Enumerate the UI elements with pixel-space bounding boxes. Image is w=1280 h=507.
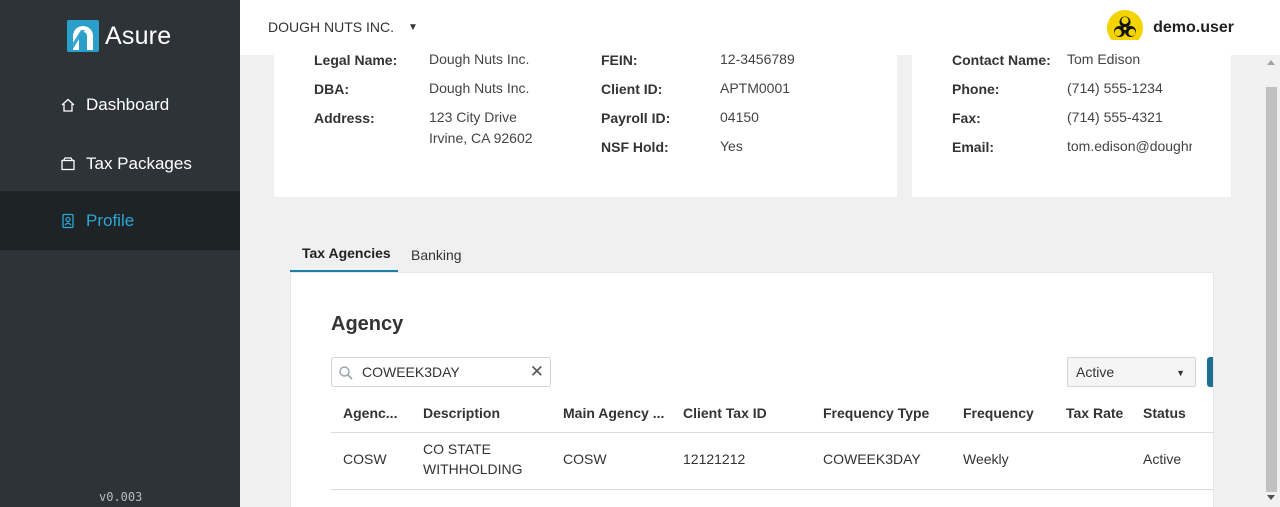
sidebar-item-label: Profile bbox=[86, 210, 135, 230]
sidebar-item-profile[interactable]: Profile bbox=[0, 191, 240, 250]
column-header-main-agency[interactable]: Main Agency ... bbox=[563, 405, 664, 421]
client-id-value: APTM0001 bbox=[720, 80, 791, 96]
fax-label: Fax: bbox=[952, 110, 981, 126]
payroll-id-label: Payroll ID: bbox=[601, 110, 671, 126]
cell-description-line2: WITHHOLDING bbox=[423, 461, 523, 477]
table-row-divider bbox=[331, 489, 1213, 490]
dba-value: Dough Nuts Inc. bbox=[429, 80, 530, 96]
scroll-down-icon[interactable] bbox=[1267, 495, 1275, 500]
agency-search[interactable]: ✕ bbox=[331, 357, 551, 387]
search-input[interactable] bbox=[362, 362, 522, 382]
search-icon bbox=[338, 365, 354, 386]
address-line2: Irvine, CA 92602 bbox=[429, 130, 533, 146]
asure-logo-icon bbox=[67, 20, 99, 52]
clear-search-icon[interactable]: ✕ bbox=[530, 363, 544, 381]
address-line1: 123 City Drive bbox=[429, 109, 517, 125]
company-name: DOUGH NUTS INC. bbox=[268, 19, 394, 35]
sidebar: Asure Dashboard Tax Packages Profile v0.… bbox=[0, 0, 240, 507]
phone-label: Phone: bbox=[952, 81, 1000, 97]
sidebar-item-label: Tax Packages bbox=[86, 153, 192, 173]
app-logo[interactable]: Asure bbox=[67, 20, 171, 52]
dba-label: DBA: bbox=[314, 81, 349, 97]
column-header-description[interactable]: Description bbox=[423, 405, 500, 421]
scrollbar-thumb[interactable] bbox=[1266, 87, 1277, 492]
status-filter-select[interactable]: Active ▼ bbox=[1067, 357, 1196, 387]
tab-tax-agencies[interactable]: Tax Agencies bbox=[290, 243, 398, 273]
contact-card: Contact Name: Tom Edison Phone: (714) 55… bbox=[912, 40, 1231, 197]
nsf-hold-value: Yes bbox=[720, 138, 743, 154]
status-filter-value: Active bbox=[1076, 364, 1115, 380]
client-id-label: Client ID: bbox=[601, 81, 663, 97]
username: demo.user bbox=[1153, 19, 1234, 36]
email-value: tom.edison@doughnuts.com bbox=[1067, 138, 1192, 154]
sidebar-item-tax-packages[interactable]: Tax Packages bbox=[0, 134, 240, 193]
home-icon bbox=[60, 97, 76, 113]
company-selector[interactable]: DOUGH NUTS INC. ▼ bbox=[268, 19, 418, 35]
chevron-down-icon: ▼ bbox=[408, 21, 418, 33]
scroll-up-icon[interactable] bbox=[1267, 60, 1275, 65]
column-header-tax-rate[interactable]: Tax Rate bbox=[1066, 405, 1123, 421]
phone-value: (714) 555-1234 bbox=[1067, 80, 1163, 96]
column-header-status[interactable]: Status bbox=[1143, 405, 1186, 421]
address-label: Address: bbox=[314, 110, 375, 126]
contact-name-label: Contact Name: bbox=[952, 52, 1051, 68]
cell-description-line1: CO STATE bbox=[423, 441, 491, 457]
app-name: Asure bbox=[105, 21, 172, 50]
payroll-id-value: 04150 bbox=[720, 109, 759, 125]
legal-name-value: Dough Nuts Inc. bbox=[429, 51, 530, 67]
cell-main-agency: COSW bbox=[563, 451, 607, 467]
cell-frequency-type: COWEEK3DAY bbox=[823, 451, 921, 467]
fein-label: FEIN: bbox=[601, 52, 638, 68]
table-header-divider bbox=[331, 432, 1213, 433]
nsf-hold-label: NSF Hold: bbox=[601, 139, 669, 155]
chevron-down-icon: ▼ bbox=[1176, 368, 1185, 378]
app-version: v0.003 bbox=[99, 490, 143, 504]
cell-status: Active bbox=[1143, 451, 1182, 467]
vertical-scrollbar[interactable] bbox=[1263, 55, 1280, 507]
agency-title: Agency bbox=[331, 313, 404, 335]
legal-name-label: Legal Name: bbox=[314, 52, 398, 68]
fein-value: 12-3456789 bbox=[720, 51, 795, 67]
column-header-client-tax-id[interactable]: Client Tax ID bbox=[683, 405, 767, 421]
column-header-frequency[interactable]: Frequency bbox=[963, 405, 1034, 421]
agency-panel: Agency ✕ Active ▼ Agenc... Description M… bbox=[290, 272, 1214, 507]
profile-icon bbox=[60, 213, 76, 229]
cell-frequency: Weekly bbox=[963, 451, 1009, 467]
sidebar-item-dashboard[interactable]: Dashboard bbox=[0, 75, 240, 134]
column-header-frequency-type[interactable]: Frequency Type bbox=[823, 405, 929, 421]
fax-value: (714) 555-4321 bbox=[1067, 109, 1163, 125]
cell-agency: COSW bbox=[343, 451, 387, 467]
contact-name-value: Tom Edison bbox=[1067, 51, 1141, 67]
client-info-card: Legal Name: Dough Nuts Inc. DBA: Dough N… bbox=[274, 40, 897, 197]
cell-client-tax-id: 12121212 bbox=[683, 451, 746, 467]
sidebar-item-label: Dashboard bbox=[86, 94, 170, 114]
tab-banking[interactable]: Banking bbox=[411, 243, 462, 273]
email-label: Email: bbox=[952, 139, 995, 155]
add-agency-button[interactable] bbox=[1207, 357, 1213, 387]
column-header-agency[interactable]: Agenc... bbox=[343, 405, 397, 421]
package-icon bbox=[60, 156, 76, 172]
